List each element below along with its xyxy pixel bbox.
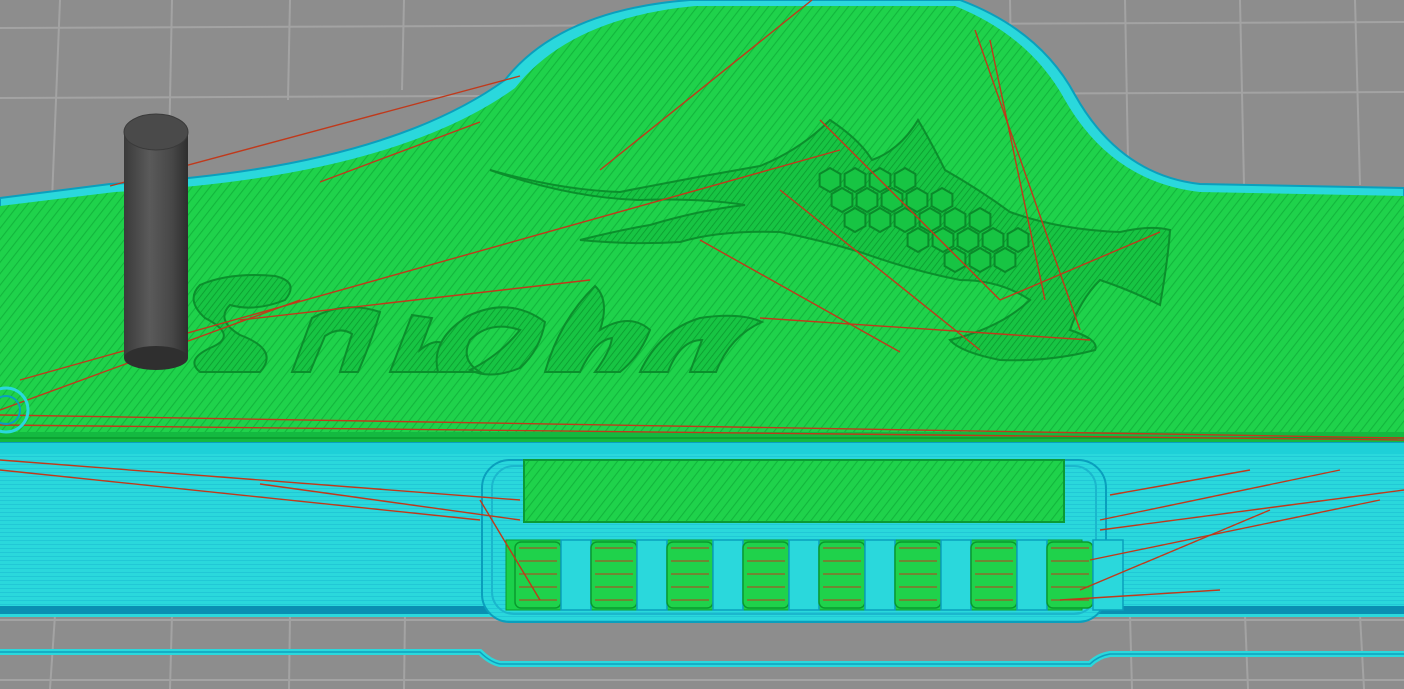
honeycomb-cell bbox=[931, 226, 955, 254]
honeycomb-cell bbox=[930, 186, 954, 214]
honeycomb-cell bbox=[818, 166, 842, 194]
honeycomb-cell bbox=[855, 186, 879, 214]
honeycomb-cell bbox=[906, 226, 930, 254]
slot bbox=[590, 539, 668, 611]
honeycomb-cell bbox=[968, 246, 992, 274]
slot-block bbox=[481, 459, 1124, 623]
honeycomb-cell bbox=[1006, 226, 1030, 254]
slot bbox=[514, 539, 592, 611]
scene-canvas[interactable] bbox=[0, 0, 1404, 689]
slot bbox=[818, 539, 896, 611]
honeycomb-cell bbox=[956, 226, 980, 254]
honeycomb-cell bbox=[981, 226, 1005, 254]
slot bbox=[970, 539, 1048, 611]
honeycomb-cell bbox=[843, 206, 867, 234]
slot bbox=[742, 539, 820, 611]
honeycomb-cell bbox=[918, 206, 942, 234]
3d-preview-viewport[interactable] bbox=[0, 0, 1404, 689]
honeycomb-cell bbox=[905, 186, 929, 214]
wipe-tower bbox=[123, 113, 189, 370]
slot bbox=[666, 539, 744, 611]
honeycomb-cell bbox=[943, 246, 967, 274]
slot bbox=[894, 539, 972, 611]
honeycomb-cell bbox=[843, 166, 867, 194]
honeycomb-cell bbox=[830, 186, 854, 214]
slot-ribs bbox=[514, 539, 1124, 611]
slot-block-top-infill bbox=[523, 459, 1065, 523]
slot bbox=[1046, 539, 1124, 611]
honeycomb-cell bbox=[868, 206, 892, 234]
honeycomb-cell bbox=[993, 246, 1017, 274]
honeycomb-cell bbox=[943, 206, 967, 234]
honeycomb-cell bbox=[968, 206, 992, 234]
honeycomb-cell bbox=[893, 166, 917, 194]
